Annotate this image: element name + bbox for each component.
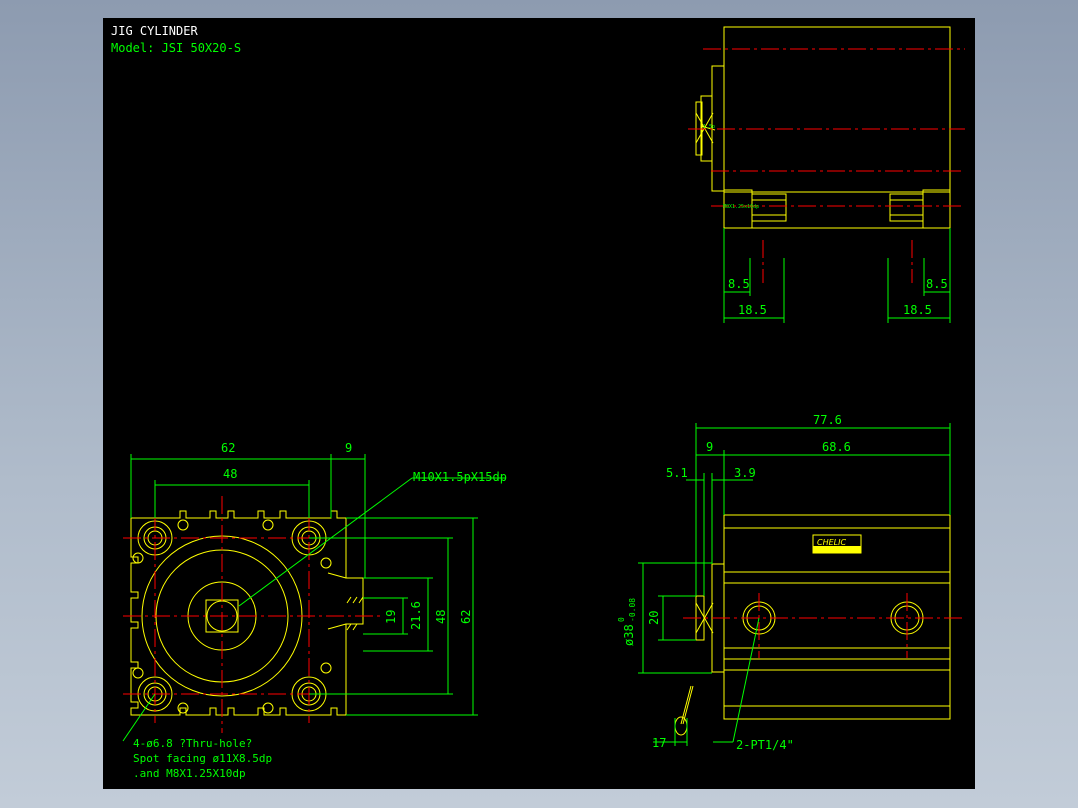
dim-right-8-5: 8.5 [926,277,948,291]
drawing-title: JIG CYLINDER [111,24,198,38]
dim-overall-77-6: 77.6 [813,413,842,427]
port-note: 2-PT1/4" [736,738,794,752]
dim-height-19: 19 [384,610,398,624]
dim-bore-38: ø38 [622,624,636,646]
top-view-centerlines [688,48,965,283]
dim-left-8-5: 8.5 [728,277,750,291]
side-view [674,514,951,736]
top-view-body [723,26,951,193]
top-view-right-boss [922,189,951,229]
top-view [695,26,951,258]
dim-right-18-5: 18.5 [903,303,932,317]
dim-width-48: 48 [223,467,237,481]
dim-3-9: 3.9 [734,466,756,480]
thread-note: M10X1.5pX15dp [413,470,507,484]
cad-drawing: JIG CYLINDER Model: JSI 50X20-S M8X1.25x… [111,24,965,780]
dim-bore-tol-lower: -0.08 [628,598,637,622]
dim-height-21-6: 21.6 [409,601,423,630]
hole-note-line1: 4-ø6.8 ?Thru-hole? [133,737,252,750]
model-label: Model: JSI 50X20-S [111,41,241,55]
brand-text: CHELIC [817,538,846,547]
hole-note-line2: Spot facing ø11X8.5dp [133,752,272,765]
front-view [130,510,364,716]
dim-height-62: 62 [459,610,473,624]
front-view-dimensions [122,454,505,742]
svg-text:1.5p: 1.5p [703,124,715,130]
dim-height-48: 48 [434,610,448,624]
hole-note-line3: .and M8X1.25X10dp [133,767,246,780]
dim-rod-9: 9 [706,440,713,454]
dim-bore-tol-upper: 0 [617,617,626,622]
dim-body-68-6: 68.6 [822,440,851,454]
dim-offset-9: 9 [345,441,352,455]
dim-left-18-5: 18.5 [738,303,767,317]
cad-drawing-area: JIG CYLINDER Model: JSI 50X20-S M8X1.25x… [103,18,975,789]
dim-tip-17: 17 [652,736,666,750]
dim-rod-dia-20: 20 [647,611,661,625]
front-view-centerlines [123,496,381,733]
svg-text:M8X1.25x10dp: M8X1.25x10dp [723,204,759,210]
dim-width-62: 62 [221,441,235,455]
dim-5-1: 5.1 [666,466,688,480]
